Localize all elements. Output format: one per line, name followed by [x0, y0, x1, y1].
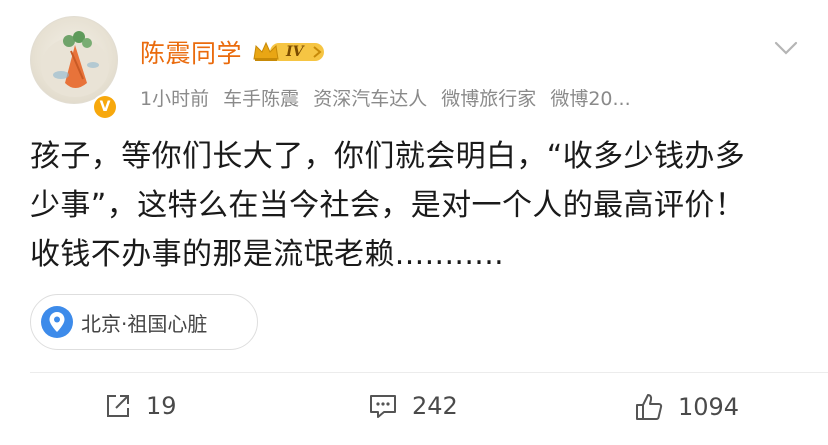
level-crown-icon[interactable]: IV	[252, 39, 326, 65]
repost-button[interactable]: 19	[104, 392, 177, 420]
repost-count: 19	[146, 392, 177, 420]
like-count: 1094	[678, 393, 740, 421]
author-tag-4: 微博20...	[550, 88, 631, 110]
comment-button[interactable]: 242	[368, 392, 458, 420]
avatar-image	[30, 16, 118, 104]
verified-badge-icon: V	[92, 94, 118, 120]
post-text-line: 孩子，等你们长大了，你们就会明白，“收多少钱办多	[30, 139, 746, 174]
comment-count: 242	[412, 392, 458, 420]
chevron-down-icon[interactable]	[772, 38, 800, 58]
author-row: 陈震同学 IV	[140, 34, 326, 70]
location-label: 北京·祖国心脏	[81, 311, 208, 336]
level-badge-text: IV	[286, 44, 304, 60]
comment-icon	[370, 395, 396, 418]
post-text-line: 收钱不办事的那是流氓老赖...........	[30, 237, 505, 272]
like-icon	[636, 394, 663, 420]
post-time: 1小时前	[140, 88, 210, 110]
author-tag-3: 微博旅行家	[441, 88, 537, 110]
post-meta: 1小时前 车手陈震 资深汽车达人 微博旅行家 微博20...	[140, 84, 730, 111]
author-tag-2: 资深汽车达人	[313, 88, 428, 110]
author-name[interactable]: 陈震同学	[140, 34, 242, 70]
avatar[interactable]: V	[30, 16, 118, 120]
post-body: 孩子，等你们长大了，你们就会明白，“收多少钱办多 少事”，这特么在当今社会，是对…	[30, 132, 810, 279]
post-text-line: 少事”，这特么在当今社会，是对一个人的最高评价！	[30, 188, 746, 223]
location-pin-icon	[41, 306, 73, 338]
author-tag-1: 车手陈震	[223, 88, 300, 110]
like-button[interactable]: 1094	[634, 392, 739, 422]
location-chip[interactable]: 北京·祖国心脏	[30, 294, 258, 350]
repost-icon	[107, 395, 129, 417]
divider	[30, 372, 828, 373]
